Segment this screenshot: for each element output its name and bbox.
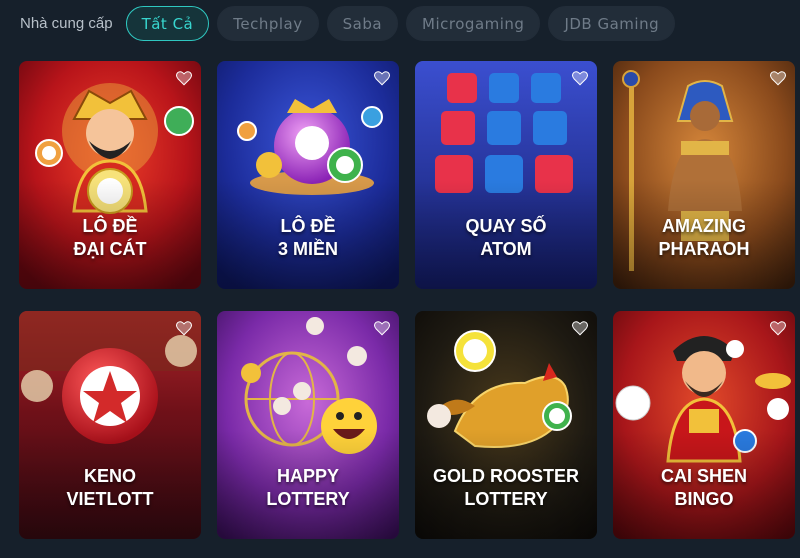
- game-title-line2: PHARAOH: [658, 239, 750, 259]
- heart-icon[interactable]: [373, 69, 391, 87]
- heart-icon[interactable]: [175, 319, 193, 337]
- heart-icon[interactable]: [571, 319, 589, 337]
- heart-icon[interactable]: [175, 69, 193, 87]
- game-title: CAI SHEN BINGO: [613, 465, 795, 511]
- game-title-line1: QUAY SỐ: [465, 216, 547, 236]
- game-card-cai-shen-bingo[interactable]: CAI SHEN BINGO: [613, 311, 795, 539]
- game-title-line1: AMAZING: [662, 216, 746, 236]
- filter-chip-microgaming[interactable]: Microgaming: [406, 6, 541, 41]
- heart-icon[interactable]: [571, 69, 589, 87]
- heart-icon[interactable]: [769, 319, 787, 337]
- filter-chip-all[interactable]: Tất Cả: [125, 6, 210, 41]
- game-title: KENO VIETLOTT: [19, 465, 201, 511]
- game-title-line2: ATOM: [480, 239, 532, 259]
- game-title-line1: KENO: [83, 466, 136, 486]
- game-title: QUAY SỐ ATOM: [415, 215, 597, 261]
- heart-icon[interactable]: [373, 319, 391, 337]
- game-card-happy-lottery[interactable]: HAPPY LOTTERY: [217, 311, 399, 539]
- game-card-keno-vietlott[interactable]: KENO VIETLOTT: [19, 311, 201, 539]
- game-title-line1: GOLD ROOSTER: [432, 466, 579, 486]
- game-title-line2: VIETLOTT: [66, 489, 154, 509]
- filter-chip-jdb-gaming[interactable]: JDB Gaming: [548, 6, 676, 41]
- game-title-line2: BINGO: [674, 489, 734, 509]
- game-title: HAPPY LOTTERY: [217, 465, 399, 511]
- game-card-lo-de-3-mien[interactable]: LÔ ĐỀ 3 MIỀN: [217, 61, 399, 289]
- game-title: GOLD ROOSTER LOTTERY: [415, 465, 597, 511]
- game-title-line2: ĐẠI CÁT: [73, 239, 147, 259]
- game-title: LÔ ĐỀ 3 MIỀN: [217, 215, 399, 261]
- game-grid: LÔ ĐỀ ĐẠI CÁT LÔ ĐỀ 3 MIỀN QUAY SỐ ATOM …: [19, 61, 795, 539]
- provider-filter-bar: Nhà cung cấp Tất Cả Techplay Saba Microg…: [20, 6, 683, 41]
- game-card-lo-de-dai-cat[interactable]: LÔ ĐỀ ĐẠI CÁT: [19, 61, 201, 289]
- filter-chip-techplay[interactable]: Techplay: [217, 6, 319, 41]
- game-title-line2: LOTTERY: [266, 489, 350, 509]
- game-title-line2: LOTTERY: [464, 489, 548, 509]
- game-title: LÔ ĐỀ ĐẠI CÁT: [19, 215, 201, 261]
- game-title-line1: CAI SHEN: [660, 466, 747, 486]
- heart-icon[interactable]: [769, 69, 787, 87]
- game-title-line2: 3 MIỀN: [277, 239, 338, 259]
- game-title: AMAZING PHARAOH: [613, 215, 795, 261]
- filter-chip-saba[interactable]: Saba: [326, 6, 399, 41]
- game-title-line1: HAPPY: [276, 466, 339, 486]
- game-card-quay-so-atom[interactable]: QUAY SỐ ATOM: [415, 61, 597, 289]
- game-card-amazing-pharaoh[interactable]: AMAZING PHARAOH: [613, 61, 795, 289]
- game-title-line1: LÔ ĐỀ: [82, 216, 138, 236]
- game-card-gold-rooster-lottery[interactable]: GOLD ROOSTER LOTTERY: [415, 311, 597, 539]
- game-title-line1: LÔ ĐỀ: [280, 216, 336, 236]
- provider-label: Nhà cung cấp: [20, 15, 113, 32]
